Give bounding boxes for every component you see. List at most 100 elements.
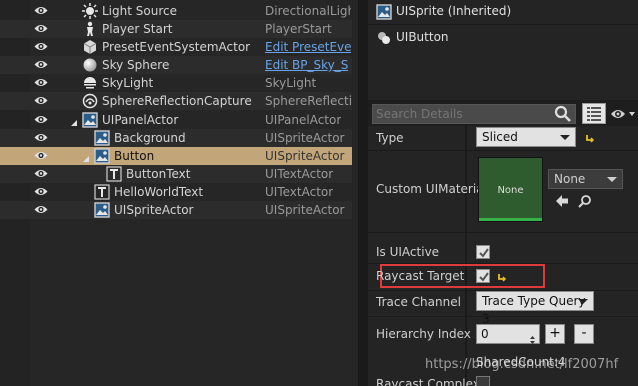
outliner-type: UIPanelActor xyxy=(265,113,342,127)
outliner-row[interactable]: HelloWorldText UITextActor xyxy=(0,183,352,201)
hierarchy-index-field[interactable]: 0 xyxy=(476,324,540,344)
sphere-icon xyxy=(82,57,98,73)
eye-icon[interactable] xyxy=(34,59,48,70)
outliner-row[interactable]: UISpriteActor UISpriteActor xyxy=(0,201,352,219)
image-icon xyxy=(94,130,110,146)
eye-icon[interactable] xyxy=(34,132,48,143)
property-matrix-button[interactable] xyxy=(582,103,606,124)
eye-icon[interactable] xyxy=(34,95,48,106)
outliner-type: UITextActor xyxy=(265,167,334,181)
separator xyxy=(368,316,638,317)
image-icon xyxy=(82,112,98,128)
outliner-label: SphereReflectionCapture xyxy=(102,94,252,108)
column-splitter[interactable] xyxy=(465,126,467,386)
reset-to-default-icon[interactable] xyxy=(497,272,507,282)
search-details-input[interactable] xyxy=(372,104,576,124)
details-panel: UISprite (Inherited) UIButton Type Slice… xyxy=(368,0,638,386)
spin-icon xyxy=(530,331,535,344)
outliner-label: UISpriteActor xyxy=(114,203,194,217)
raycast-complex-checkbox[interactable] xyxy=(476,376,490,386)
chevron-down-icon xyxy=(578,299,588,304)
material-dropdown-value: None xyxy=(554,172,586,186)
browse-search-icon[interactable] xyxy=(578,194,592,208)
eye-icon[interactable] xyxy=(34,204,48,215)
outliner-row[interactable]: PresetEventSystemActor Edit PresetEve xyxy=(0,38,352,56)
outliner-label: ButtonText xyxy=(126,167,191,181)
separator xyxy=(368,232,638,233)
image-icon xyxy=(376,4,392,20)
outliner-row[interactable]: UIPanelActor UIPanelActor xyxy=(0,111,352,129)
outliner-type: SphereReflection xyxy=(265,94,351,108)
image-icon xyxy=(94,148,110,164)
outliner-row[interactable]: Player Start PlayerStart xyxy=(0,20,352,38)
outliner-type: UITextActor xyxy=(265,185,334,199)
outliner-row[interactable]: ButtonText UITextActor xyxy=(0,165,352,183)
actor-icon xyxy=(82,39,98,55)
outliner-row[interactable]: Sky Sphere Edit BP_Sky_S xyxy=(0,56,352,74)
separator xyxy=(368,150,638,151)
trace-channel-dropdown[interactable]: Trace Type Query 3 xyxy=(476,291,594,326)
text-icon xyxy=(106,166,122,182)
raycast-complex-label: Raycast Complex xyxy=(376,377,480,386)
component-label: UIButton xyxy=(396,30,449,44)
eye-icon[interactable] xyxy=(34,168,48,179)
outliner-label: Sky Sphere xyxy=(102,58,170,72)
raycast-target-label: Raycast Target xyxy=(376,269,465,283)
watermark: https://blog.csdn.net/lf2007hf xyxy=(425,357,619,372)
reset-to-default-icon[interactable] xyxy=(585,133,595,143)
outliner-label: HelloWorldText xyxy=(114,185,204,199)
player-start-icon xyxy=(82,21,98,37)
outliner-row[interactable]: Background UISpriteActor xyxy=(0,129,352,147)
eye-icon[interactable] xyxy=(34,5,48,16)
search-icon[interactable] xyxy=(554,105,572,123)
eye-icon[interactable] xyxy=(34,77,48,88)
chevron-down-icon xyxy=(607,177,617,182)
outliner-row[interactable]: SkyLight SkyLight xyxy=(0,74,352,92)
material-thumbnail-text: None xyxy=(497,185,524,196)
edit-blueprint-link[interactable]: Edit PresetEve xyxy=(265,40,351,54)
outliner-label: Button xyxy=(114,149,155,163)
outliner-label: Light Source xyxy=(102,4,177,18)
component-label: UISprite (Inherited) xyxy=(396,4,512,18)
is-ui-active-checkbox[interactable] xyxy=(476,245,490,259)
world-outliner: Light Source DirectionalLight Player Start… xyxy=(0,0,358,386)
trace-channel-label: Trace Channel xyxy=(376,295,461,309)
image-icon xyxy=(94,202,110,218)
outliner-type: SkyLight xyxy=(265,76,317,90)
reflection-icon xyxy=(82,93,98,109)
hierarchy-index-label: Hierarchy Index xyxy=(376,327,471,341)
text-icon xyxy=(94,184,110,200)
light-icon xyxy=(82,3,98,19)
material-thumbnail[interactable]: None xyxy=(478,157,543,222)
outliner-row[interactable]: Light Source DirectionalLight xyxy=(0,2,352,20)
outliner-row[interactable]: SphereReflectionCapture SphereReflection xyxy=(0,92,352,110)
eye-icon[interactable] xyxy=(34,114,48,125)
trace-channel-value: Trace Type Query 3 xyxy=(482,294,586,326)
outliner-label: Background xyxy=(114,131,186,145)
outliner-label: Player Start xyxy=(102,22,173,36)
eye-icon[interactable] xyxy=(34,186,48,197)
outliner-label: PresetEventSystemActor xyxy=(102,40,251,54)
edit-blueprint-link[interactable]: Edit BP_Sky_S xyxy=(265,58,348,72)
use-selected-arrow-icon[interactable] xyxy=(555,194,569,208)
component-uibutton[interactable]: UIButton xyxy=(368,26,638,50)
type-dropdown[interactable]: Sliced xyxy=(476,127,576,147)
visibility-filter-icon[interactable] xyxy=(610,105,636,123)
component-uisprite[interactable]: UISprite (Inherited) xyxy=(368,0,638,24)
is-ui-active-label: Is UIActive xyxy=(376,245,440,259)
outliner-row[interactable]: Button UISpriteActor xyxy=(0,147,352,165)
raycast-target-checkbox[interactable] xyxy=(476,269,490,283)
custom-material-label: Custom UIMateria xyxy=(376,182,484,196)
increment-button[interactable]: + xyxy=(545,324,565,344)
eye-icon[interactable] xyxy=(34,23,48,34)
outliner-type: UISpriteActor xyxy=(265,203,345,217)
material-dropdown[interactable]: None xyxy=(548,169,623,189)
decrement-button[interactable]: - xyxy=(574,324,594,344)
outliner-type: PlayerStart xyxy=(265,22,332,36)
outliner-type: UISpriteActor xyxy=(265,131,345,145)
eye-icon[interactable] xyxy=(34,150,48,161)
panel-divider[interactable] xyxy=(358,0,368,386)
component-icon xyxy=(376,30,390,44)
eye-icon[interactable] xyxy=(34,41,48,52)
outliner-label: UIPanelActor xyxy=(102,113,179,127)
